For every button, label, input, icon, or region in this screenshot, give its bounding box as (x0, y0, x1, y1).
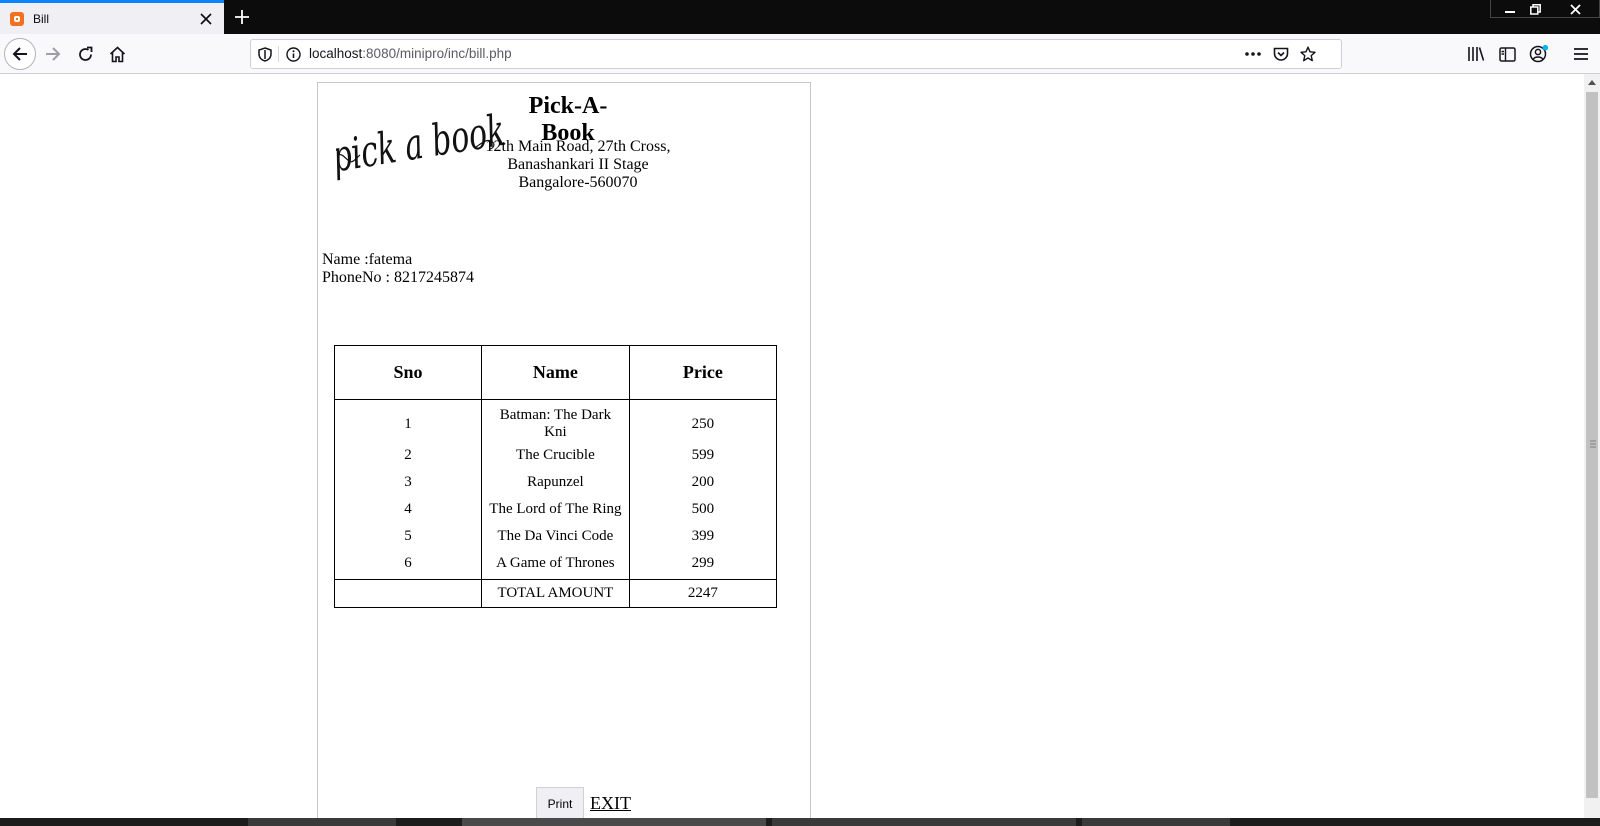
sidebar-icon (1498, 46, 1516, 62)
site-info-button[interactable] (283, 44, 303, 64)
taskbar-item[interactable] (248, 818, 396, 826)
pocket-button[interactable] (1271, 44, 1291, 64)
column-header-sno: Sno (334, 345, 482, 400)
table-row: 5 The Da Vinci Code 399 (334, 523, 778, 550)
row-sno: 3 (334, 469, 482, 496)
shop-address: 12th Main Road, 27th Cross, Banashankari… (478, 138, 678, 192)
scrollbar-grip-icon (1590, 440, 1596, 448)
address-line-2: Banashankari II Stage (507, 156, 649, 173)
tab-bill[interactable]: Bill (0, 0, 224, 34)
reload-button[interactable] (69, 38, 101, 70)
close-icon (1569, 3, 1581, 15)
navigation-toolbar: localhost:8080/minipro/inc/bill.php (0, 34, 1600, 74)
pocket-icon (1273, 47, 1289, 61)
page-viewport: pick a book Pick-A-Book 12th Main Road, … (0, 74, 1584, 818)
tab-title: Bill (33, 11, 50, 26)
restore-button[interactable] (1520, 0, 1550, 18)
row-price: 599 (628, 442, 778, 469)
scroll-up-button[interactable] (1584, 74, 1600, 90)
shield-icon (258, 46, 272, 62)
exit-link[interactable]: EXIT (590, 793, 631, 814)
title-bar: Bill (0, 0, 1600, 34)
column-header-price: Price (628, 345, 778, 400)
star-icon (1300, 46, 1316, 62)
account-icon (1529, 44, 1549, 63)
table-row: 4 The Lord of The Ring 500 (334, 496, 778, 523)
table-row: 2 The Crucible 599 (334, 442, 778, 469)
url-host: localhost (309, 46, 363, 61)
bill-items-table: Sno Name Price 1 Batman: The Dark Kni 25… (334, 345, 778, 608)
table-row: 6 A Game of Thrones 299 (334, 550, 778, 580)
total-label: TOTAL AMOUNT (481, 579, 630, 608)
close-icon (200, 12, 212, 25)
taskbar-item[interactable] (1082, 818, 1230, 826)
account-button[interactable] (1527, 42, 1551, 66)
address-bar[interactable]: localhost:8080/minipro/inc/bill.php (250, 39, 1342, 69)
chevron-up-icon (1588, 79, 1596, 85)
home-icon (109, 45, 125, 62)
back-icon (12, 47, 27, 61)
page-actions-button[interactable] (1243, 44, 1263, 64)
row-sno: 4 (334, 496, 482, 523)
table-row: 1 Batman: The Dark Kni 250 (334, 399, 778, 442)
table-row: 3 Rapunzel 200 (334, 469, 778, 496)
address-line-3: Bangalore-560070 (518, 174, 638, 191)
address-line-1: 12th Main Road, 27th Cross, (485, 138, 671, 155)
row-book-name: A Game of Thrones (481, 550, 630, 580)
column-header-name: Name (481, 345, 630, 400)
home-button[interactable] (101, 38, 133, 70)
row-price: 299 (628, 550, 778, 580)
row-book-name: The Crucible (481, 442, 630, 469)
bookmark-star-button[interactable] (1298, 44, 1318, 64)
row-sno: 2 (334, 442, 482, 469)
customer-name: Name :fatema (322, 251, 413, 268)
taskbar-item[interactable] (772, 818, 1076, 826)
tracking-protection-shield-icon[interactable] (255, 44, 275, 64)
row-sno: 1 (334, 399, 482, 442)
minimize-icon (1505, 11, 1515, 13)
url-path: :8080/minipro/inc/bill.php (362, 46, 512, 61)
row-price: 399 (628, 523, 778, 550)
forward-button[interactable] (37, 38, 69, 70)
url-text[interactable]: localhost:8080/minipro/inc/bill.php (309, 40, 512, 68)
close-window-button[interactable] (1560, 0, 1590, 18)
row-sno: 6 (334, 550, 482, 580)
restore-icon (1529, 3, 1541, 15)
row-book-name: The Da Vinci Code (481, 523, 630, 550)
info-icon (285, 46, 301, 62)
library-button[interactable] (1464, 42, 1488, 66)
row-book-name: Rapunzel (481, 469, 630, 496)
reload-icon (78, 46, 92, 61)
back-button[interactable] (4, 38, 36, 70)
row-book-name: Batman: The Dark Kni (481, 399, 630, 442)
menu-icon (1574, 48, 1588, 60)
customer-phone: PhoneNo : 8217245874 (322, 269, 474, 286)
tab-close-button[interactable] (194, 7, 218, 31)
taskbar-item[interactable] (462, 818, 766, 826)
row-book-name: The Lord of The Ring (481, 496, 630, 523)
plus-icon (235, 10, 249, 24)
table-header-row: Sno Name Price (334, 345, 778, 400)
bill-container: pick a book Pick-A-Book 12th Main Road, … (317, 82, 811, 818)
total-row: TOTAL AMOUNT 2247 (334, 579, 778, 608)
customer-details: Name :fatema PhoneNo : 8217245874 (322, 251, 474, 287)
row-price: 250 (628, 399, 778, 442)
more-icon (1245, 52, 1261, 56)
library-icon (1468, 47, 1485, 61)
new-tab-button[interactable] (230, 5, 254, 29)
bill-actions: Print EXIT (536, 787, 631, 818)
total-value: 2247 (628, 579, 778, 608)
print-button[interactable]: Print (536, 787, 584, 818)
url-separator (278, 46, 279, 62)
total-empty-cell (334, 579, 482, 608)
sidebar-button[interactable] (1495, 42, 1519, 66)
xampp-favicon-icon (10, 11, 24, 26)
forward-icon (46, 47, 61, 61)
row-price: 500 (628, 496, 778, 523)
row-sno: 5 (334, 523, 482, 550)
menu-button[interactable] (1569, 42, 1593, 66)
row-price: 200 (628, 469, 778, 496)
